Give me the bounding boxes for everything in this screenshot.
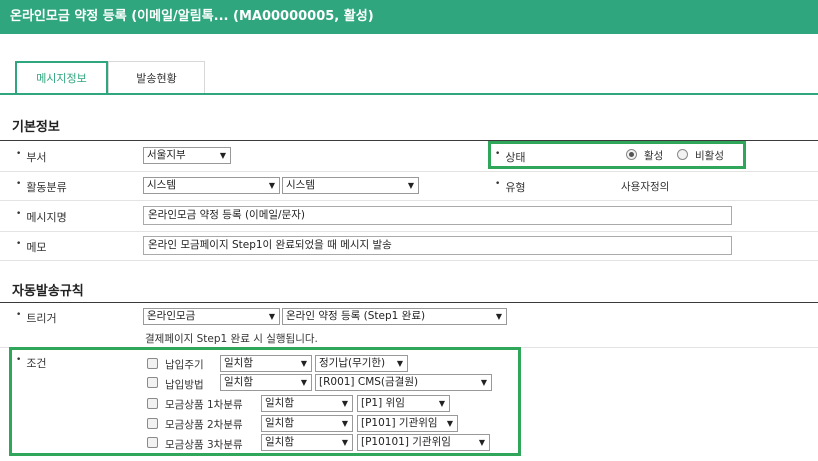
field-label-trigger: • 트리거 xyxy=(16,310,57,325)
field-label-type: • 유형 xyxy=(495,179,526,194)
status-highlight-box xyxy=(488,141,746,169)
category-select-2[interactable]: 시스템 ▼ xyxy=(282,177,419,194)
memo-input[interactable]: 온라인 모금페이지 Step1이 완료되었을 때 메시지 발송 xyxy=(143,236,732,255)
section-divider xyxy=(0,302,818,303)
section-title-rules: 자동발송규칙 xyxy=(12,284,84,299)
type-value: 사용자정의 xyxy=(621,181,670,193)
row-divider xyxy=(0,260,818,261)
chevron-down-icon: ▼ xyxy=(407,181,414,190)
condition-highlight-box xyxy=(9,347,521,456)
chevron-down-icon: ▼ xyxy=(495,312,502,321)
tab-underline xyxy=(0,93,818,95)
trigger-select-2[interactable]: 온라인 약정 등록 (Step1 완료) ▼ xyxy=(282,308,507,325)
chevron-down-icon: ▼ xyxy=(268,181,275,190)
row-divider xyxy=(0,200,818,201)
field-label-memo: • 메모 xyxy=(16,239,47,254)
window-title: 온라인모금 약정 등록 (이메일/알림톡... (MA00000005, 활성) xyxy=(0,0,818,34)
section-title-basic: 기본정보 xyxy=(12,120,60,135)
tab-send-status[interactable]: 발송현황 xyxy=(108,61,205,94)
row-divider xyxy=(0,171,818,172)
message-name-input[interactable]: 온라인모금 약정 등록 (이메일/문자) xyxy=(143,206,732,225)
category-select-1[interactable]: 시스템 ▼ xyxy=(143,177,280,194)
field-label-dept: • 부서 xyxy=(16,149,47,164)
dept-select[interactable]: 서울지부 ▼ xyxy=(143,147,231,164)
tab-message-info[interactable]: 메시지정보 xyxy=(15,61,108,94)
trigger-note: 결제페이지 Step1 완료 시 실행됩니다. xyxy=(145,333,318,345)
chevron-down-icon: ▼ xyxy=(268,312,275,321)
trigger-select-1[interactable]: 온라인모금 ▼ xyxy=(143,308,280,325)
chevron-down-icon: ▼ xyxy=(219,151,226,160)
field-label-message-name: • 메시지명 xyxy=(16,209,67,224)
row-divider xyxy=(0,231,818,232)
field-label-category: • 활동분류 xyxy=(16,179,67,194)
